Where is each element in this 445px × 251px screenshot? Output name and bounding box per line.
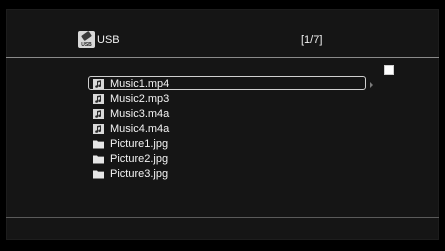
header-divider bbox=[6, 57, 439, 58]
file-name: Picture2.jpg bbox=[110, 153, 169, 165]
music-file-row[interactable]: Music2.mp3 bbox=[87, 92, 367, 106]
music-file-row[interactable]: Music1.mp4 bbox=[87, 76, 367, 91]
folder-icon bbox=[93, 169, 104, 179]
source-title: USB bbox=[97, 34, 120, 46]
picture-file-row[interactable]: Picture1.jpg bbox=[87, 137, 367, 151]
picture-file-row[interactable]: Picture2.jpg bbox=[87, 152, 367, 166]
page-indicator: [1/7] bbox=[301, 34, 323, 46]
footer-divider bbox=[6, 217, 439, 218]
music-note-icon bbox=[93, 124, 104, 134]
file-list: Music1.mp4 Music2.mp3 Music3.m4a Music4.m4a… bbox=[87, 76, 377, 182]
folder-icon bbox=[93, 154, 104, 164]
file-name: Music4.m4a bbox=[110, 123, 170, 135]
usb-icon-text: USB bbox=[81, 42, 92, 48]
file-name: Music1.mp4 bbox=[110, 78, 170, 90]
file-name: Music2.mp3 bbox=[110, 93, 170, 105]
music-note-icon bbox=[93, 79, 104, 89]
music-file-row[interactable]: Music4.m4a bbox=[87, 122, 367, 136]
file-name: Picture1.jpg bbox=[110, 138, 169, 150]
music-note-icon bbox=[93, 109, 104, 119]
usb-plug-shape bbox=[81, 31, 92, 42]
screen: USB USB [1/7] Music1.mp4 Music2.mp3 Music3… bbox=[0, 0, 445, 251]
music-note-icon bbox=[93, 94, 104, 104]
folder-icon bbox=[93, 139, 104, 149]
file-name: Music3.m4a bbox=[110, 108, 170, 120]
file-name: Picture3.jpg bbox=[110, 168, 169, 180]
picture-file-row[interactable]: Picture3.jpg bbox=[87, 167, 367, 181]
select-checkbox[interactable] bbox=[384, 65, 394, 75]
usb-icon: USB bbox=[78, 31, 95, 48]
chevron-right-icon bbox=[370, 82, 373, 88]
music-file-row[interactable]: Music3.m4a bbox=[87, 107, 367, 121]
